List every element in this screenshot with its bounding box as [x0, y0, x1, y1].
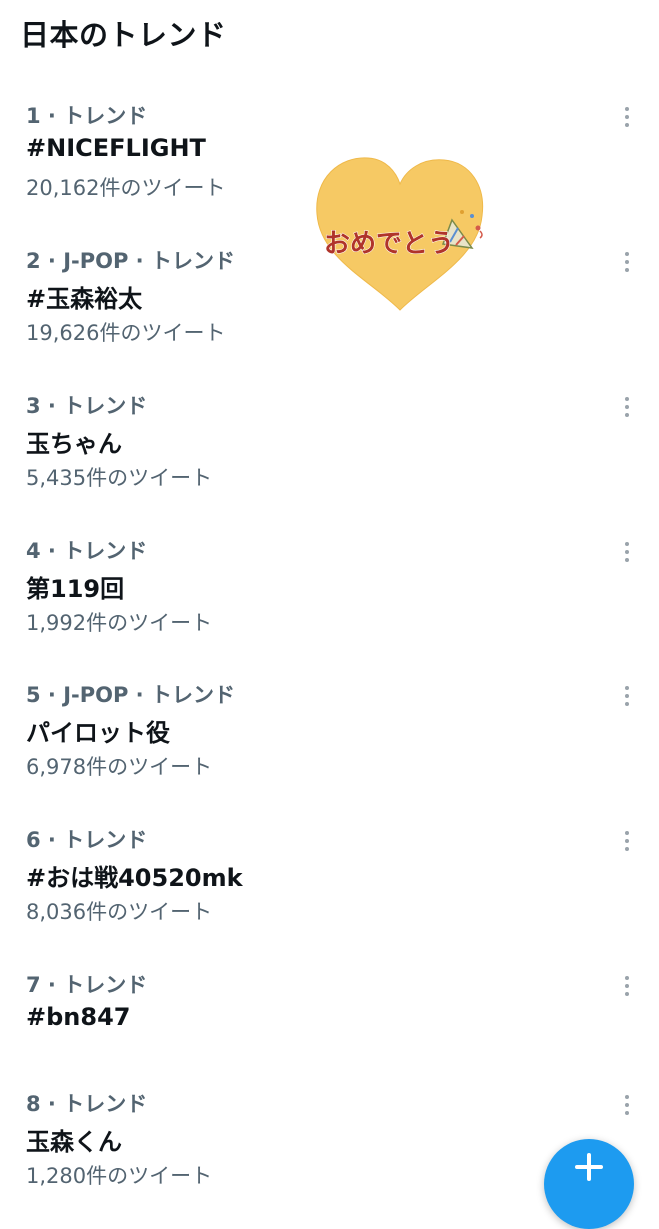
trend-tweet-count: 1,280件のツイート — [26, 1164, 213, 1188]
trend-meta: 6 · トレンド — [26, 828, 148, 852]
congratulations-text: おめでとう — [324, 229, 454, 259]
more-options-icon[interactable] — [612, 102, 642, 132]
more-options-icon[interactable] — [612, 537, 642, 567]
trend-name: 玉森くん — [26, 1128, 122, 1156]
trend-name: パイロット役 — [26, 719, 170, 747]
more-options-icon[interactable] — [612, 392, 642, 422]
trend-name: #玉森裕太 — [26, 285, 143, 313]
trend-tweet-count: 19,626件のツイート — [26, 321, 226, 345]
trend-meta: 2 · J-POP · トレンド — [26, 249, 235, 273]
trend-name: #bn847 — [26, 1003, 131, 1031]
more-options-icon[interactable] — [612, 826, 642, 856]
trend-meta: 5 · J-POP · トレンド — [26, 683, 235, 707]
trend-meta: 8 · トレンド — [26, 1092, 148, 1116]
plus-icon — [575, 1153, 603, 1181]
trend-item-3[interactable]: 3 · トレンド 玉ちゃん 5,435件のツイート — [0, 390, 659, 520]
trend-tweet-count: 6,978件のツイート — [26, 755, 213, 779]
trend-name: 第119回 — [26, 575, 125, 603]
page-title: 日本のトレンド — [20, 18, 227, 52]
trend-tweet-count: 8,036件のツイート — [26, 900, 213, 924]
trend-meta: 3 · トレンド — [26, 394, 148, 418]
trend-name: 玉ちゃん — [26, 430, 122, 458]
more-options-icon[interactable] — [612, 681, 642, 711]
trend-name: #NICEFLIGHT — [26, 134, 206, 162]
trend-item-5[interactable]: 5 · J-POP · トレンド パイロット役 6,978件のツイート — [0, 679, 659, 809]
trend-item-6[interactable]: 6 · トレンド #おは戦40520mk 8,036件のツイート — [0, 824, 659, 954]
congratulations-sticker: おめでとう — [312, 150, 488, 312]
more-options-icon[interactable] — [612, 1090, 642, 1120]
trend-item-7[interactable]: 7 · トレンド #bn847 — [0, 969, 659, 1099]
trend-item-4[interactable]: 4 · トレンド 第119回 1,992件のツイート — [0, 535, 659, 665]
more-options-icon[interactable] — [612, 247, 642, 277]
compose-tweet-button[interactable] — [544, 1139, 634, 1229]
trend-name: #おは戦40520mk — [26, 864, 243, 892]
trend-meta: 7 · トレンド — [26, 973, 148, 997]
page-header: 日本のトレンド — [20, 12, 227, 52]
trend-meta: 4 · トレンド — [26, 539, 148, 563]
trend-tweet-count: 20,162件のツイート — [26, 176, 226, 200]
trend-tweet-count: 1,992件のツイート — [26, 611, 213, 635]
more-options-icon[interactable] — [612, 971, 642, 1001]
trend-tweet-count: 5,435件のツイート — [26, 466, 213, 490]
trend-meta: 1 · トレンド — [26, 104, 148, 128]
